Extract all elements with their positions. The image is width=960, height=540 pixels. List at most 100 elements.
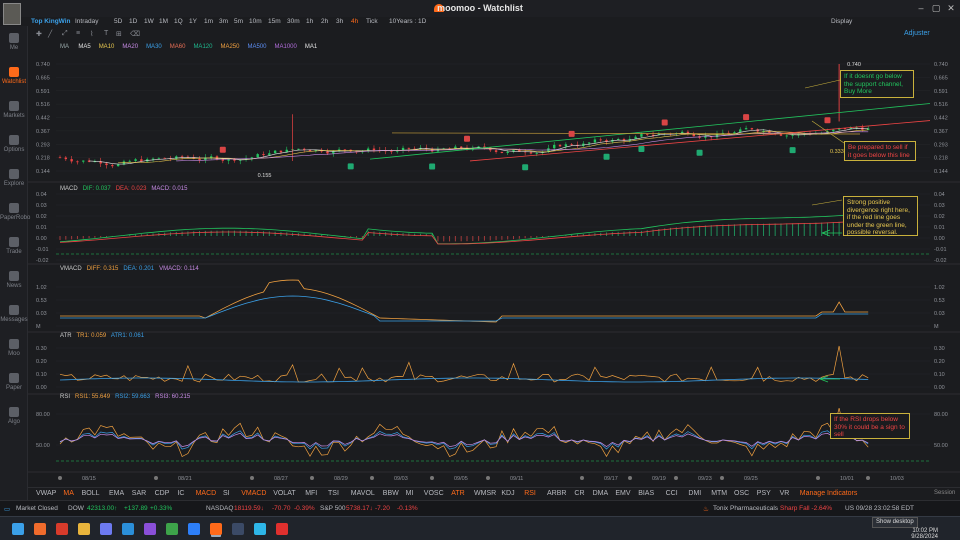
news-ticker[interactable]: Tonix Pharmaceuticals [713, 505, 778, 512]
app-icon-8[interactable] [276, 523, 288, 535]
candle-body [372, 148, 376, 151]
indicator-vosc[interactable]: VOSC [424, 490, 444, 497]
indicator-rsi[interactable]: RSI [524, 490, 536, 497]
app-icon-1[interactable] [56, 523, 68, 535]
windows-start-icon[interactable] [12, 523, 24, 535]
macd-ytick-right: 0.04 [934, 192, 945, 198]
signal-marker [638, 145, 645, 152]
rsi-header: RSI RSI1: 55.649 RSI2: 59.663 RSI3: 60.2… [60, 394, 190, 400]
indicator-sar[interactable]: SAR [132, 490, 146, 497]
sp500-label[interactable]: S&P 500 [320, 505, 346, 512]
indicator-mfi[interactable]: MFI [305, 490, 317, 497]
moomoo-taskbar-icon[interactable] [210, 523, 222, 535]
candle-body [640, 133, 643, 137]
vmacd-diff-line [60, 279, 869, 323]
level-price-label: 0.333 [830, 149, 844, 155]
atr-ytick-right: 0.00 [934, 385, 945, 391]
rsi-ytick-right: 50.00 [934, 443, 948, 449]
indicator-atr[interactable]: ATR [451, 490, 464, 497]
macd-ytick-right: 0.00 [934, 236, 945, 242]
ma-label-6[interactable]: MA250 [220, 44, 239, 50]
indicator-cdp[interactable]: CDP [155, 490, 170, 497]
brave-icon[interactable] [34, 523, 46, 535]
indicator-dma[interactable]: DMA [593, 490, 609, 497]
indicator-ma[interactable]: MA [63, 490, 74, 497]
indicator-boll[interactable]: BOLL [82, 490, 100, 497]
indicator-volat[interactable]: VOLAT [273, 490, 295, 497]
atr-line [59, 377, 869, 383]
x-axis-date: 09/17 [604, 476, 618, 482]
app-icon-7[interactable] [254, 523, 266, 535]
ma-label-4[interactable]: MA60 [170, 44, 186, 50]
session-moon-icon [816, 476, 820, 480]
annotation-macd[interactable]: Strong positive divergence right here, i… [843, 196, 918, 236]
indicator-kdj[interactable]: KDJ [501, 490, 514, 497]
candle-body [116, 164, 120, 167]
ma-title: MA [60, 44, 69, 50]
ma-label-0[interactable]: MA5 [78, 44, 90, 50]
indicator-cr[interactable]: CR [574, 490, 584, 497]
ma-label-7[interactable]: MA500 [247, 44, 266, 50]
rsi-ytick-right: 80.00 [934, 412, 948, 418]
indicator-dmi[interactable]: DMI [688, 490, 701, 497]
indicator-ic[interactable]: IC [177, 490, 184, 497]
indicator-psy[interactable]: PSY [757, 490, 771, 497]
candle-body [407, 147, 411, 149]
app-icon-5[interactable] [166, 523, 178, 535]
candle-body [82, 160, 85, 162]
indicator-mtm[interactable]: MTM [711, 490, 727, 497]
annotation-sell-line[interactable]: Be prepared to sell if it goes below thi… [844, 141, 916, 161]
signal-marker [789, 147, 796, 154]
rsi2-line [59, 430, 869, 450]
candle-body [256, 154, 259, 158]
candle-body [297, 148, 300, 150]
ma-label-2[interactable]: MA20 [122, 44, 138, 50]
candle-body [64, 157, 68, 160]
candle-body [227, 159, 230, 161]
x-axis-date: 09/19 [652, 476, 666, 482]
candle-body [151, 158, 155, 160]
app-icon-3[interactable] [122, 523, 134, 535]
indicator-mi[interactable]: MI [406, 490, 414, 497]
price-ytick-right: 0.740 [934, 62, 948, 68]
indicator-arbr[interactable]: ARBR [547, 490, 566, 497]
candle-body [535, 152, 538, 154]
annotation-rsi[interactable]: If the RSI drops below 30% it could be a… [830, 413, 910, 439]
ma-label-9[interactable]: MA1 [305, 44, 317, 50]
annotation-support[interactable]: If it doesnt go below the support channe… [840, 70, 914, 98]
indicator-vr[interactable]: VR [780, 490, 790, 497]
x-axis-date: 09/05 [454, 476, 468, 482]
indicator-bias[interactable]: BIAS [638, 490, 654, 497]
candle-body [390, 150, 393, 152]
indicator-ema[interactable]: EMA [109, 490, 124, 497]
ma-label-8[interactable]: MA1000 [274, 44, 296, 50]
app-icon-2[interactable] [100, 523, 112, 535]
indicator-osc[interactable]: OSC [734, 490, 749, 497]
indicator-vmacd[interactable]: VMACD [241, 490, 266, 497]
indicator-mavol[interactable]: MAVOL [351, 490, 375, 497]
indicator-macd[interactable]: MACD [196, 490, 217, 497]
indicator-cci[interactable]: CCI [666, 490, 678, 497]
manage-indicators-button[interactable]: Manage Indicators [800, 490, 858, 497]
indicator-vwap[interactable]: VWAP [36, 490, 56, 497]
app-icon-4[interactable] [144, 523, 156, 535]
indicator-emv[interactable]: EMV [615, 490, 630, 497]
session-moon-icon [720, 476, 724, 480]
session-label[interactable]: Session [934, 490, 955, 496]
ma-label-3[interactable]: MA30 [146, 44, 162, 50]
ma-label-1[interactable]: MA10 [99, 44, 115, 50]
app-icon-6[interactable] [188, 523, 200, 535]
macd-dif-line [59, 212, 869, 245]
nasdaq-label[interactable]: NASDAQ [206, 505, 233, 512]
steam-icon[interactable] [232, 523, 244, 535]
taskbar-date: 9/28/2024 [911, 534, 938, 540]
news-event: Sharp Fall -2.64% [780, 505, 833, 512]
dow-label[interactable]: DOW [68, 505, 84, 512]
indicator-wmsr[interactable]: WMSR [474, 490, 496, 497]
vmacd-ytick-right: 0.03 [934, 311, 945, 317]
indicator-tsi[interactable]: TSI [328, 490, 339, 497]
ma-label-5[interactable]: MA120 [193, 44, 212, 50]
indicator-si[interactable]: SI [223, 490, 230, 497]
indicator-bbw[interactable]: BBW [383, 490, 399, 497]
file-explorer-icon[interactable] [78, 523, 90, 535]
